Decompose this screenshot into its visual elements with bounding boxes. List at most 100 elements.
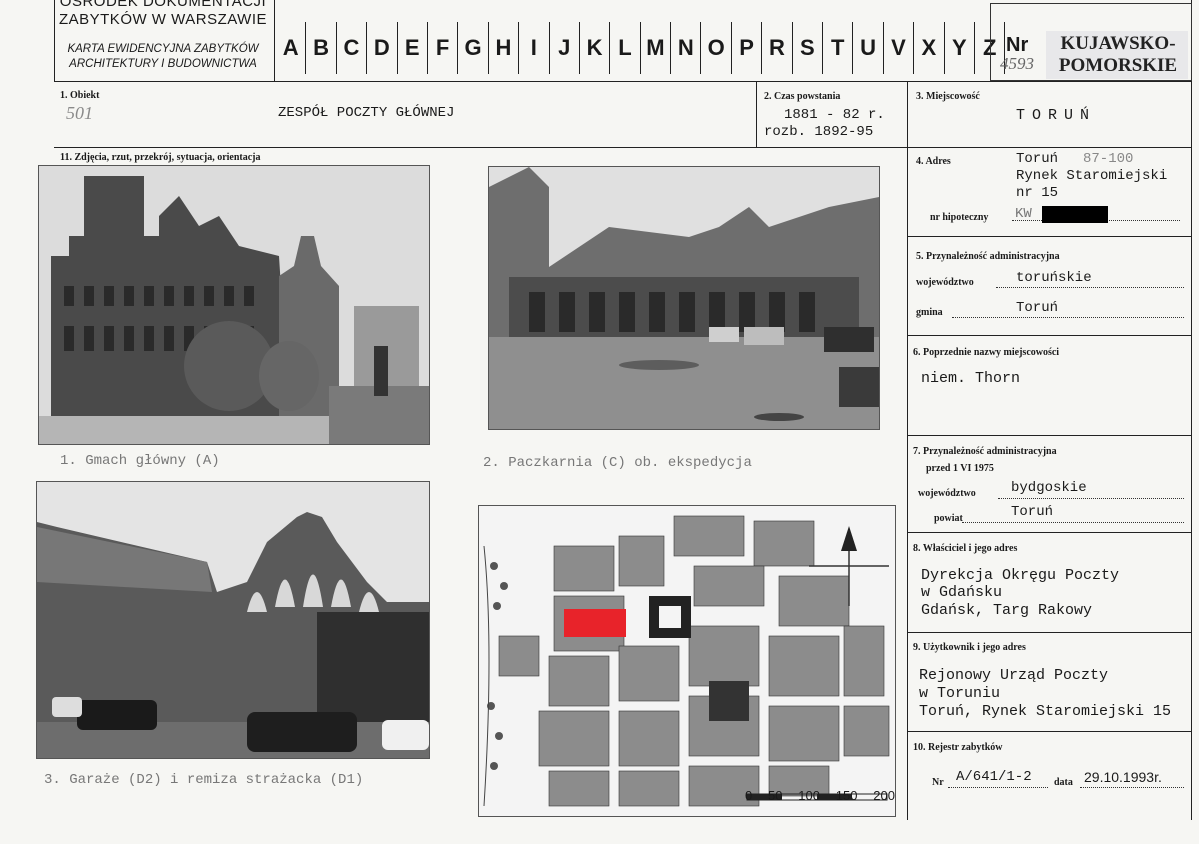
region-line-1: KUJAWSKO- xyxy=(1060,33,1176,54)
frame-line xyxy=(1191,0,1192,820)
rejestr-nr-line xyxy=(948,787,1048,788)
index-letter-j: J xyxy=(550,22,580,74)
uzytkownik-line-2: w Toruniu xyxy=(919,685,1001,702)
index-letter-m: M xyxy=(641,22,672,74)
uzytkownik-line-1: Rejonowy Urząd Poczty xyxy=(919,667,1109,684)
photo-garages xyxy=(36,481,430,759)
index-letter-g: G xyxy=(458,22,489,74)
card-title-line-1: KARTA EWIDENCYJNA ZABYTKÓW xyxy=(67,43,259,55)
woj-label: województwo xyxy=(916,277,974,288)
index-letter-b: B xyxy=(306,22,337,74)
admin75-label: 7. Przynależność administracyjna xyxy=(913,446,1057,457)
woj-line xyxy=(996,287,1184,288)
admin75-sub: przed 1 VI 1975 xyxy=(926,463,994,474)
gmina-value: Toruń xyxy=(1016,300,1059,316)
institution-line-2: ZABYTKÓW W WARSZAWIE xyxy=(58,11,268,28)
czas-value-2: rozb. 1892-95 xyxy=(764,124,874,140)
site-map-drawing xyxy=(479,506,895,816)
caption-photo-3: 3. Garaże (D2) i remiza strażacka (D1) xyxy=(44,772,364,788)
index-letter-f: F xyxy=(428,22,459,74)
rejestr-data-line xyxy=(1080,787,1184,788)
rejestr-nr-value: A/641/1-2 xyxy=(956,769,1032,785)
card-title: KARTA EWIDENCYJNA ZABYTKÓW ARCHITEKTURY … xyxy=(56,42,270,72)
section-divider xyxy=(907,236,1192,237)
index-letter-a: A xyxy=(276,22,307,74)
index-letter-d: D xyxy=(367,22,398,74)
alphabet-index: ABCDEFGHIJKLMNOPRSTUVXYZ xyxy=(276,22,1006,74)
adres-line-3: nr 15 xyxy=(1016,185,1059,201)
hipoteczny-value: KW xyxy=(1015,206,1032,222)
wlasciciel-label: 8. Właściciel i jego adres xyxy=(913,543,1018,554)
frame-line xyxy=(54,0,55,82)
frame-line xyxy=(907,82,908,820)
map-scale-100: 100 xyxy=(798,788,820,803)
index-letter-p: P xyxy=(732,22,763,74)
index-letter-h: H xyxy=(489,22,520,74)
photo-garages-image xyxy=(37,482,429,758)
obiekt-label: 1. Obiekt xyxy=(60,90,100,101)
powiat-label: powiat xyxy=(934,513,963,524)
poprz-value: niem. Thorn xyxy=(921,370,1021,387)
section-divider xyxy=(907,335,1192,336)
miejscowosc-value: TORUŃ xyxy=(1016,107,1097,124)
index-letter-y: Y xyxy=(945,22,975,74)
index-letter-n: N xyxy=(671,22,702,74)
czas-value-1: 1881 - 82 r. xyxy=(784,107,885,123)
section-divider xyxy=(907,435,1192,436)
map-scale-200: 200 xyxy=(873,788,895,803)
index-letter-c: C xyxy=(337,22,368,74)
woj75-line xyxy=(998,498,1184,499)
photo-main-building xyxy=(38,165,430,445)
index-letter-v: V xyxy=(884,22,915,74)
frame-line xyxy=(274,0,275,82)
section-divider xyxy=(907,632,1192,633)
map-scale: 0 50 100 150 200 xyxy=(745,788,895,803)
woj75-label: województwo xyxy=(918,488,976,499)
rejestr-data-value: 29.10.1993r. xyxy=(1084,769,1162,785)
photo-parcel-building xyxy=(488,166,880,430)
obiekt-name: ZESPÓŁ POCZTY GŁÓWNEJ xyxy=(278,105,455,121)
index-letter-t: T xyxy=(823,22,854,74)
map-scale-50: 50 xyxy=(768,788,783,803)
photo-parcel-building-image xyxy=(489,167,879,429)
poprz-label: 6. Poprzednie nazwy miejscowości xyxy=(913,347,1060,358)
institution-line-1: OŚRODEK DOKUMENTACJI xyxy=(59,0,267,10)
index-letter-e: E xyxy=(398,22,428,74)
index-letter-l: L xyxy=(610,22,641,74)
map-scale-150: 150 xyxy=(835,788,858,803)
index-letter-x: X xyxy=(914,22,945,74)
rejestr-label: 10. Rejestr zabytków xyxy=(913,742,1003,753)
woj-value: toruńskie xyxy=(1016,270,1092,286)
frame-line xyxy=(54,81,1192,82)
index-letter-o: O xyxy=(701,22,732,74)
frame-line xyxy=(54,147,1192,148)
caption-photo-1: 1. Gmach główny (A) xyxy=(60,453,220,469)
obiekt-number: 501 xyxy=(66,103,93,123)
zdjecia-label: 11. Zdjęcia, rzut, przekrój, sytuacja, o… xyxy=(60,152,261,163)
adres-label: 4. Adres xyxy=(916,156,951,167)
wlasciciel-line-3: Gdańsk, Targ Rakowy xyxy=(921,602,1093,619)
region-name: KUJAWSKO- POMORSKIE xyxy=(1048,33,1188,77)
wlasciciel-line-1: Dyrekcja Okręgu Poczty xyxy=(921,567,1120,584)
gmina-line xyxy=(952,317,1184,318)
rejestr-nr-label: Nr xyxy=(932,777,944,788)
adres-line-2: Rynek Staromiejski xyxy=(1016,168,1168,184)
region-line-2: POMORSKIE xyxy=(1058,55,1178,76)
section-divider xyxy=(907,532,1192,533)
index-letter-k: K xyxy=(580,22,611,74)
index-letter-i: I xyxy=(519,22,550,74)
rejestr-data-label: data xyxy=(1054,777,1073,788)
section-divider xyxy=(907,731,1192,732)
index-letter-s: S xyxy=(793,22,824,74)
czas-label: 2. Czas powstania xyxy=(764,91,841,102)
gmina-label: gmina xyxy=(916,307,943,318)
index-letter-r: R xyxy=(762,22,793,74)
map-highlight xyxy=(564,609,626,637)
powiat-value: Toruń xyxy=(1011,504,1054,520)
miejscowosc-label: 3. Miejscowość xyxy=(916,91,980,102)
nr-value: 4593 xyxy=(1000,54,1034,73)
redacted-block xyxy=(1042,206,1108,223)
wlasciciel-line-2: w Gdańsku xyxy=(921,584,1003,601)
record-card: { "header": { "institution_line1": "OŚRO… xyxy=(0,0,1199,844)
site-map: 0 50 100 150 200 xyxy=(478,505,896,817)
